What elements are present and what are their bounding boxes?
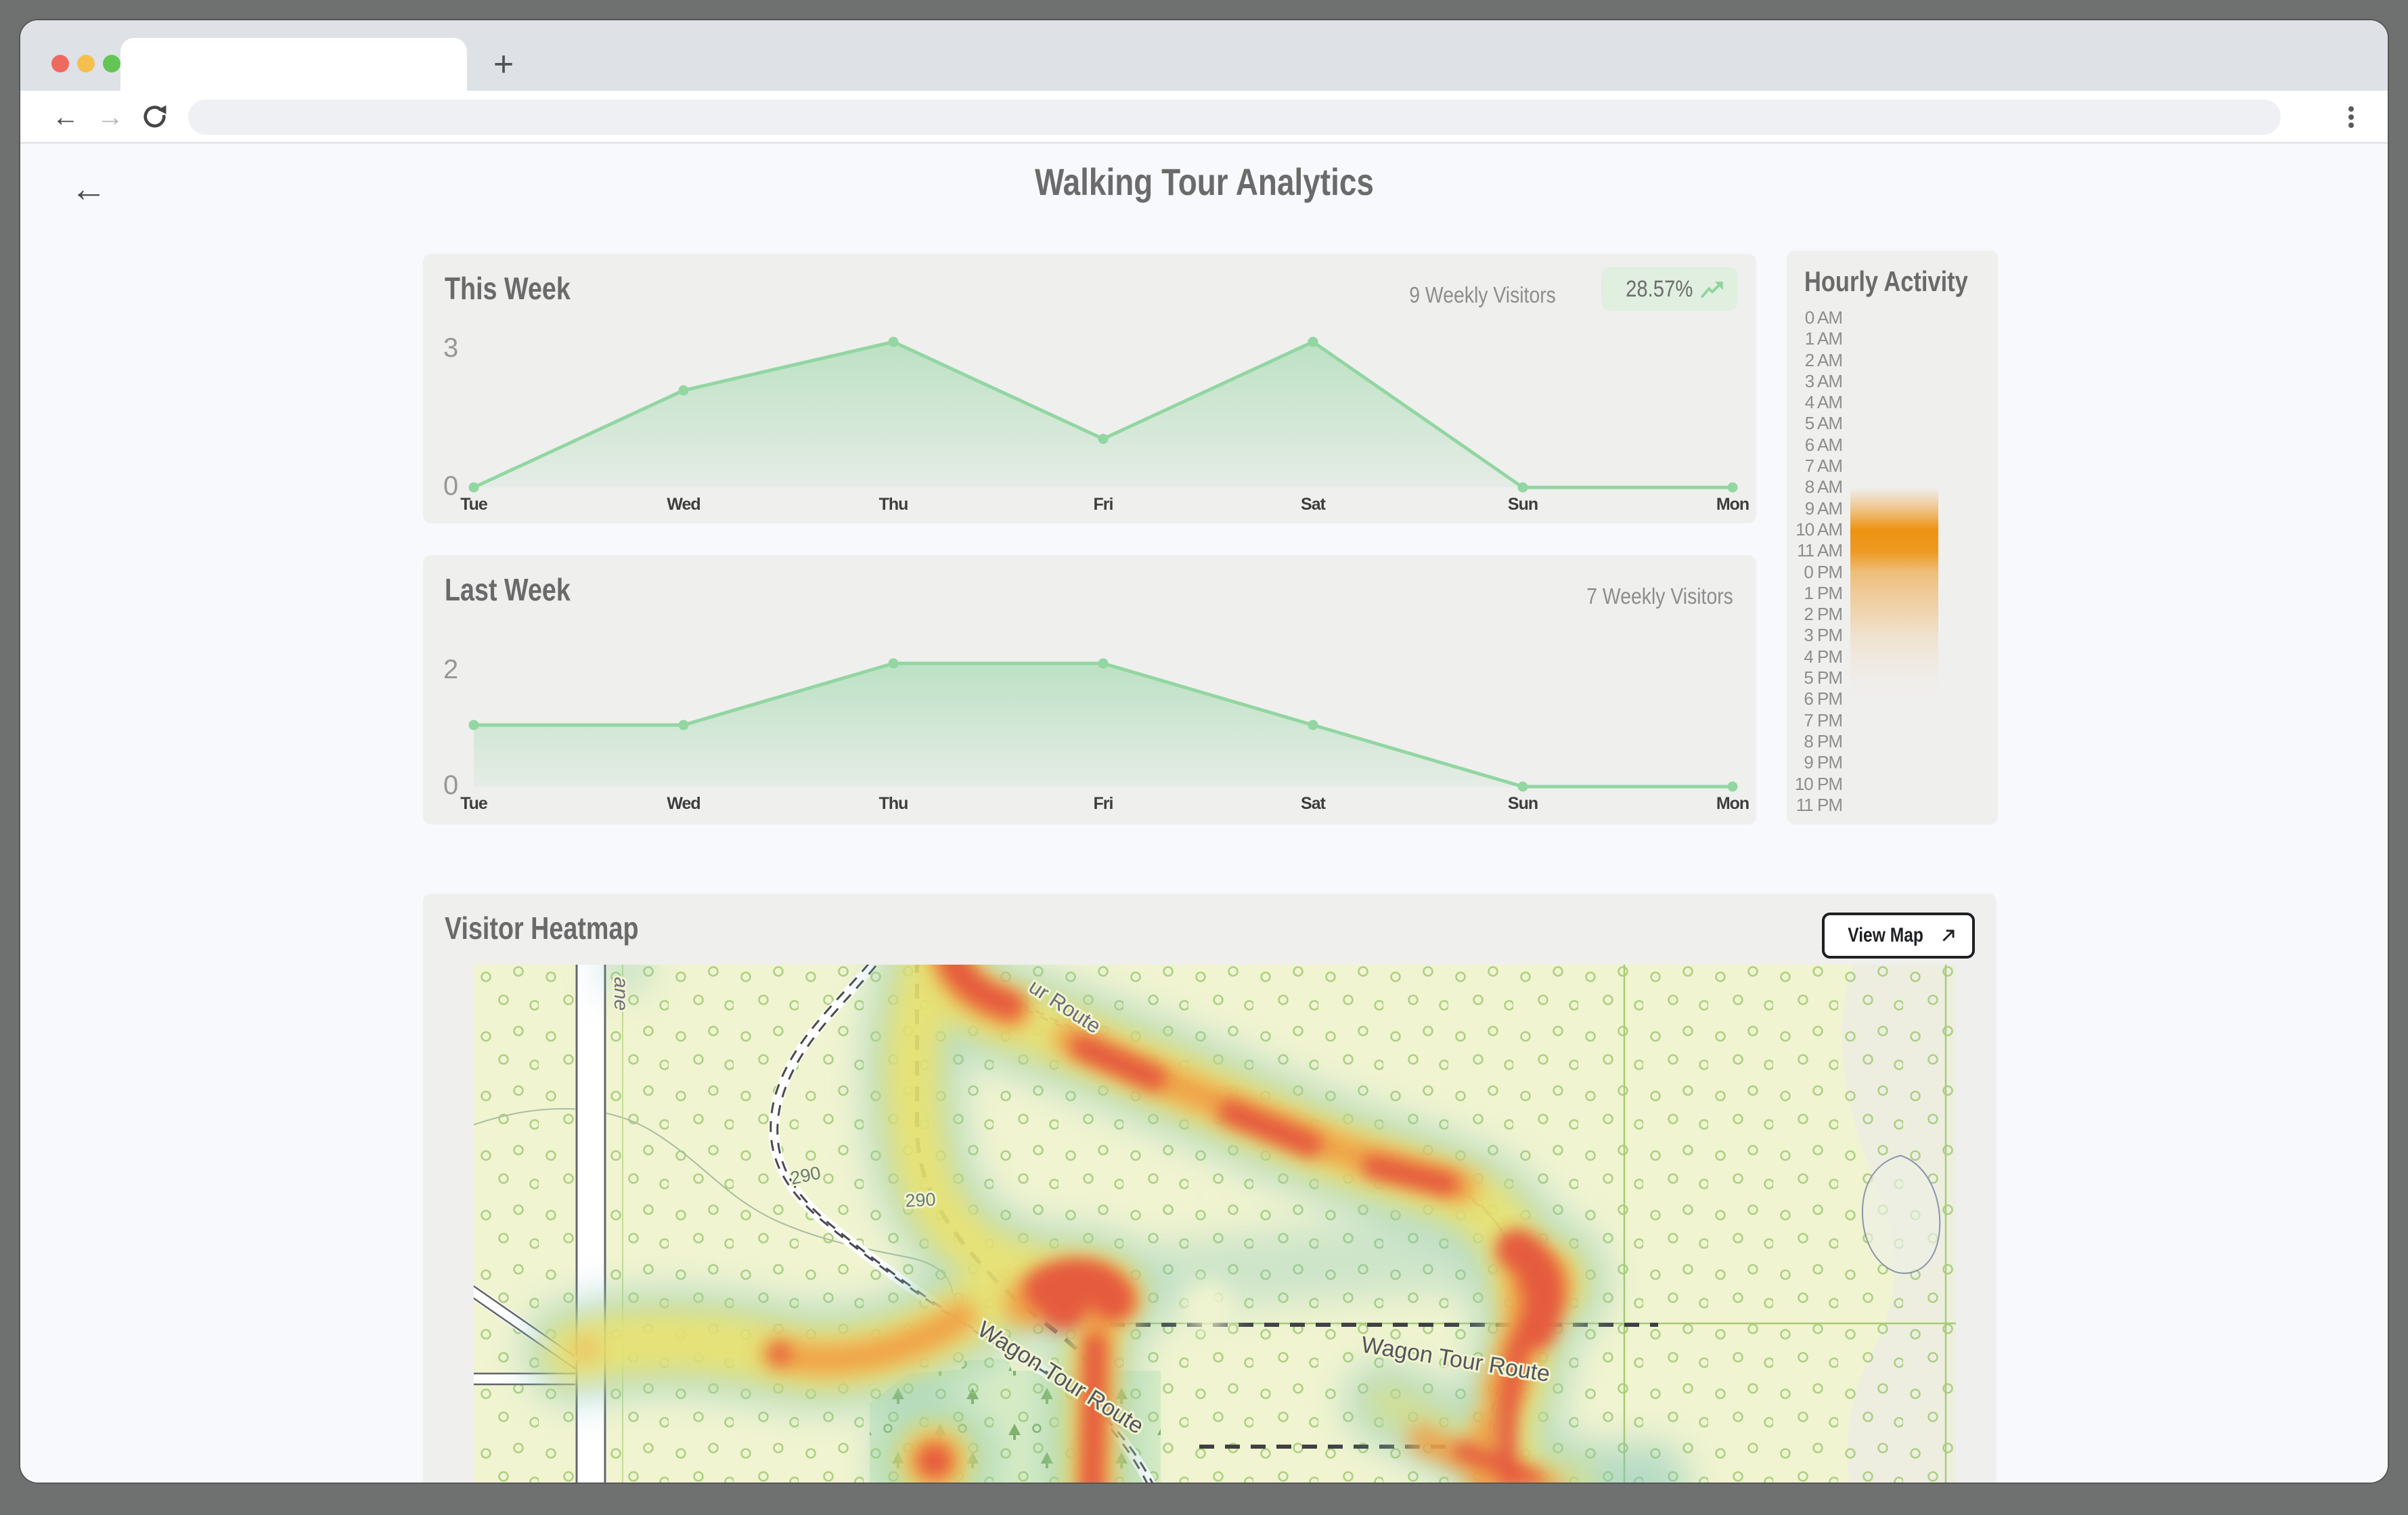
hour-label: 5 PM bbox=[1804, 667, 1843, 688]
hour-label: 2 AM bbox=[1804, 349, 1843, 370]
hour-label: 6 AM bbox=[1804, 434, 1843, 455]
x-tick-label: Tue bbox=[460, 495, 488, 514]
hour-label: 3 PM bbox=[1804, 625, 1843, 646]
hour-label: 9 AM bbox=[1804, 498, 1843, 519]
y-tick-max: 3 bbox=[443, 333, 458, 363]
visitor-heatmap-title: Visitor Heatmap bbox=[445, 910, 639, 946]
hourly-heat-column bbox=[1850, 307, 1938, 816]
map-contour-label-b: 290 bbox=[905, 1189, 937, 1211]
hour-label: 10 PM bbox=[1794, 773, 1843, 794]
x-tick-label: Sun bbox=[1508, 794, 1538, 813]
visitor-heatmap-card: Visitor Heatmap View Map ane 290 290 ur … bbox=[423, 894, 1997, 1483]
back-icon[interactable]: ← bbox=[49, 100, 83, 134]
x-tick-label: Thu bbox=[879, 794, 908, 813]
hour-label: 3 AM bbox=[1804, 370, 1843, 391]
hour-label: 0 AM bbox=[1804, 307, 1843, 328]
hour-label: 1 AM bbox=[1804, 328, 1843, 349]
this-week-card: This Week 9 Weekly Visitors 28.57% Tue We… bbox=[423, 254, 1756, 523]
hour-label: 2 PM bbox=[1804, 604, 1843, 625]
hour-label: 9 PM bbox=[1804, 752, 1843, 773]
new-tab-button[interactable]: + bbox=[487, 47, 520, 82]
browser-window: + ← → ← Walking Tour Analytics This Week… bbox=[20, 20, 2388, 1483]
map-road-label: ane bbox=[610, 977, 632, 1011]
hour-label: 1 PM bbox=[1804, 582, 1843, 603]
reload-icon[interactable] bbox=[138, 100, 172, 134]
hour-label: 7 PM bbox=[1804, 709, 1843, 730]
x-tick-label: Tue bbox=[460, 794, 488, 813]
this-week-area-chart: Tue Wed Thu Fri Sat Sun Mon 3 0 bbox=[443, 333, 1749, 514]
x-tick-label: Wed bbox=[667, 794, 700, 813]
hour-label: 10 AM bbox=[1796, 519, 1843, 540]
x-tick-label: Wed bbox=[667, 495, 700, 514]
hour-label: 11 AM bbox=[1797, 540, 1843, 561]
forward-icon[interactable]: → bbox=[93, 100, 127, 134]
y-tick-max: 2 bbox=[443, 655, 458, 684]
close-window-button[interactable] bbox=[51, 55, 69, 72]
external-link-icon bbox=[1942, 929, 1955, 942]
hour-label: 8 PM bbox=[1804, 730, 1843, 751]
y-tick-min: 0 bbox=[443, 770, 458, 800]
x-tick-label: Mon bbox=[1716, 495, 1749, 514]
x-tick-label: Mon bbox=[1716, 794, 1749, 813]
map-scrub-dots bbox=[474, 965, 1956, 1483]
map-canvas: ane 290 290 ur Route Wagon Tour Route Wa… bbox=[474, 965, 1956, 1483]
hour-labels: 0 AM 1 AM 2 AM 3 AM 4 AM 5 AM 6 AM 7 AM 8 AM 9 AM… bbox=[1787, 307, 1843, 816]
hour-label: 4 PM bbox=[1804, 646, 1843, 667]
page-title: Walking Tour Analytics bbox=[1034, 160, 1374, 203]
browser-tab[interactable] bbox=[120, 38, 467, 91]
x-tick-label: Fri bbox=[1094, 495, 1113, 514]
hour-label: 4 AM bbox=[1804, 392, 1843, 413]
heat-hole bbox=[1182, 1281, 1234, 1332]
hour-label: 11 PM bbox=[1796, 794, 1843, 815]
x-tick-label: Fri bbox=[1094, 794, 1113, 813]
url-bar[interactable] bbox=[188, 100, 2281, 135]
last-week-card: Last Week 7 Weekly Visitors Tue Wed Thu Fri… bbox=[423, 555, 1756, 825]
hour-label: 6 PM bbox=[1804, 688, 1843, 709]
hourly-activity-title: Hourly Activity bbox=[1804, 265, 1968, 297]
menu-kebab-icon[interactable] bbox=[2335, 101, 2367, 133]
x-tick-label: Sat bbox=[1301, 794, 1326, 813]
hourly-activity-card: Hourly Activity 0 AM 1 AM 2 AM 3 AM 4 AM 5 AM… bbox=[1787, 250, 1998, 825]
x-tick-label: Sat bbox=[1301, 495, 1326, 514]
browser-toolbar: ← → bbox=[20, 91, 2388, 144]
page-content: ← Walking Tour Analytics This Week 9 Wee… bbox=[20, 144, 2388, 1483]
view-map-button[interactable]: View Map bbox=[1821, 913, 1975, 959]
x-tick-label: Thu bbox=[879, 495, 908, 514]
hour-label: 5 AM bbox=[1804, 413, 1843, 434]
x-tick-label: Sun bbox=[1508, 495, 1538, 514]
minimize-window-button[interactable] bbox=[77, 55, 95, 72]
hour-label: 0 PM bbox=[1804, 561, 1843, 582]
tab-strip: + bbox=[20, 20, 2388, 91]
hour-label: 7 AM bbox=[1804, 456, 1843, 477]
y-tick-min: 0 bbox=[443, 471, 458, 501]
hour-label: 8 AM bbox=[1804, 477, 1843, 498]
maximize-window-button[interactable] bbox=[103, 55, 120, 72]
last-week-area-chart: Tue Wed Thu Fri Sat Sun Mon 2 0 bbox=[443, 655, 1749, 813]
